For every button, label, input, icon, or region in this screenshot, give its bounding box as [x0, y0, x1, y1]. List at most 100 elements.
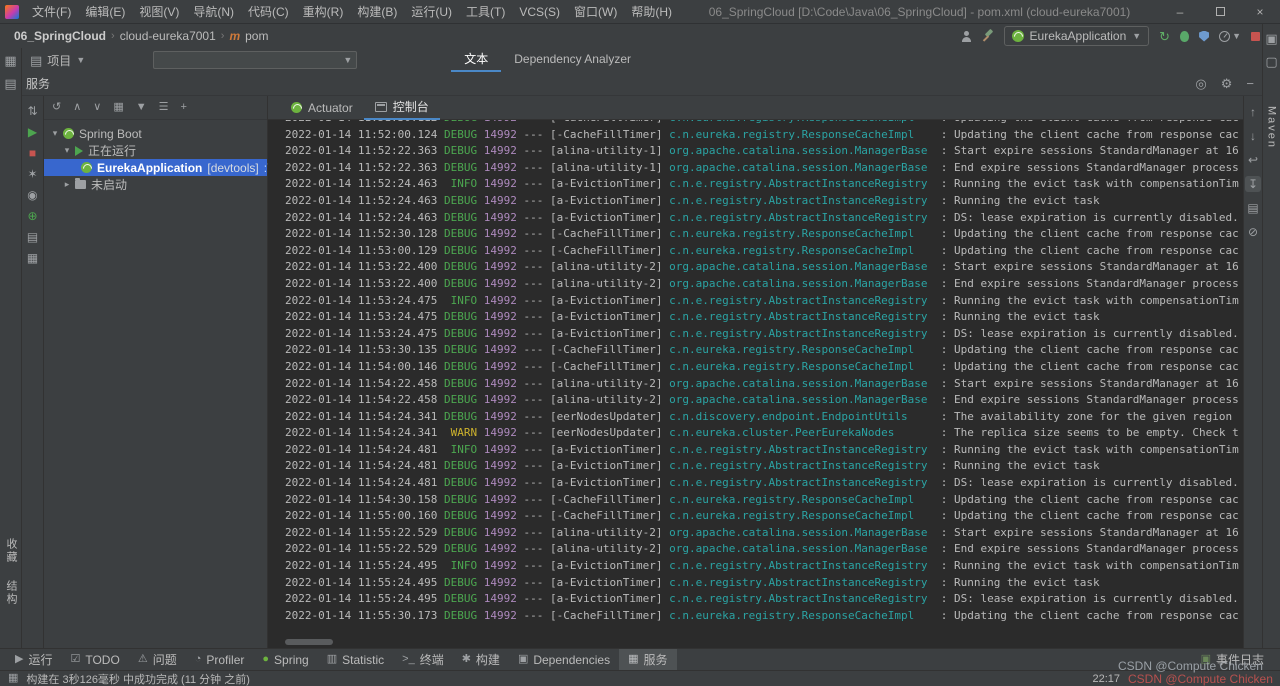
menu-item[interactable]: 编辑(E): [78, 3, 132, 20]
terminal-icon: >_: [402, 654, 415, 665]
profiler-icon: ◔: [195, 654, 202, 665]
menu-item[interactable]: 构建(B): [350, 3, 404, 20]
favorites-toolwindow-button[interactable]: 收藏: [3, 538, 19, 564]
breadcrumb-file[interactable]: pom: [245, 29, 268, 43]
gear-icon[interactable]: ⚙: [1221, 77, 1233, 90]
profiler-icon: [1219, 31, 1230, 42]
log-line: 2022-01-14 11:53:24.475 DEBUG 14992 --- …: [285, 309, 1243, 326]
menu-item[interactable]: 运行(U): [404, 3, 459, 20]
profiler-button[interactable]: ▼: [1219, 31, 1241, 42]
module-dropdown[interactable]: ▼: [153, 51, 357, 69]
log-line: 2022-01-14 11:55:30.173 DEBUG 14992 --- …: [285, 608, 1243, 625]
run-service-icon[interactable]: ▶: [28, 126, 37, 138]
toolwindow-button-run[interactable]: ▶运行: [6, 649, 61, 671]
toolwindow-button-problems[interactable]: ⚠问题: [129, 649, 186, 671]
log-lines: 2022-01-14 11:51:30.112 DEBUG 14992 --- …: [268, 120, 1243, 624]
close-icon[interactable]: ×: [1240, 0, 1280, 24]
project-toolwindow-icon[interactable]: ▦: [4, 54, 16, 67]
tab-dependency-analyzer[interactable]: Dependency Analyzer: [501, 48, 644, 72]
toolwindow-button-todo[interactable]: ☑TODO: [61, 649, 128, 671]
options-icon[interactable]: ◎: [1195, 77, 1206, 90]
coverage-icon[interactable]: [1199, 31, 1209, 42]
stop-service-icon[interactable]: ■: [29, 147, 36, 159]
toolwindow-button-dependencies[interactable]: ▣Dependencies: [509, 649, 619, 671]
clear-console-icon[interactable]: ⊘: [1245, 224, 1261, 240]
soft-wrap-icon[interactable]: ↩: [1245, 152, 1261, 168]
view-options-icon[interactable]: ☰: [159, 102, 169, 113]
wrench-icon[interactable]: ✶: [27, 168, 37, 180]
debug-icon[interactable]: [1180, 31, 1189, 42]
scroll-to-end-icon[interactable]: ↧: [1245, 176, 1261, 192]
maven-icon: m: [229, 29, 240, 43]
run-configuration-name: EurekaApplication: [1030, 29, 1127, 43]
hide-panel-icon[interactable]: −: [1246, 77, 1254, 90]
menu-item[interactable]: 窗口(W): [567, 3, 624, 20]
camera-icon[interactable]: ◉: [27, 189, 37, 201]
toolwindow-button-profiler[interactable]: ◔Profiler: [186, 649, 254, 671]
refresh-icon[interactable]: ↺: [52, 102, 61, 113]
commit-toolwindow-icon[interactable]: ▤: [4, 77, 16, 90]
add-service-icon[interactable]: +: [181, 102, 187, 113]
rerun-icon[interactable]: ↻: [1159, 30, 1170, 43]
toolwindow-button-label: 运行: [28, 651, 52, 668]
toolwindow-button-spring[interactable]: ●Spring: [253, 649, 317, 671]
scroll-down-icon[interactable]: ↓: [1245, 128, 1261, 144]
editor-tabs: 文本 Dependency Analyzer: [451, 48, 644, 72]
menu-item[interactable]: 帮助(H): [624, 3, 679, 20]
chevron-down-icon: ▾: [62, 145, 72, 156]
menu-item[interactable]: 导航(N): [186, 3, 241, 20]
tree-node-eureka-application[interactable]: EurekaApplication [devtools] :7001/: [44, 159, 267, 176]
tree-node-running[interactable]: ▾ 正在运行: [44, 142, 267, 159]
breadcrumb: 06_SpringCloud › cloud-eureka7001 › m po…: [0, 29, 268, 43]
minimize-icon[interactable]: –: [1160, 0, 1200, 24]
stop-icon[interactable]: [1251, 32, 1260, 41]
project-selector[interactable]: ▤ 项目 ▼: [22, 52, 93, 69]
maven-toolwindow-button[interactable]: Maven: [1266, 106, 1278, 149]
menu-item[interactable]: 代码(C): [241, 3, 296, 20]
toolwindow-button-statistic[interactable]: ▥Statistic: [318, 649, 393, 671]
chevron-down-icon: ▾: [50, 128, 60, 139]
menu-item[interactable]: 视图(V): [132, 3, 186, 20]
expand-all-icon[interactable]: ∨: [93, 102, 101, 113]
log-line: 2022-01-14 11:52:24.463 DEBUG 14992 --- …: [285, 193, 1243, 210]
clipboard-icon[interactable]: ▤: [27, 231, 38, 243]
tree-node-spring-boot[interactable]: ▾ Spring Boot: [44, 125, 267, 142]
log-line: 2022-01-14 11:52:24.463 DEBUG 14992 --- …: [285, 210, 1243, 227]
horizontal-scrollbar[interactable]: [285, 639, 333, 645]
breadcrumb-module[interactable]: cloud-eureka7001: [120, 29, 216, 43]
collapse-all-icon[interactable]: ∧: [73, 102, 81, 113]
scroll-icon[interactable]: ⇅: [27, 105, 37, 117]
maximize-icon[interactable]: [1200, 0, 1240, 24]
log-line: 2022-01-14 11:53:24.475 DEBUG 14992 --- …: [285, 326, 1243, 343]
spring-boot-icon: [81, 162, 92, 173]
run-configuration-select[interactable]: EurekaApplication ▼: [1004, 26, 1150, 46]
structure-toolwindow-button[interactable]: 结构: [3, 580, 19, 606]
toolwindow-button-services[interactable]: ▦服务: [619, 649, 676, 671]
build-hammer-icon[interactable]: [982, 30, 994, 42]
menu-item[interactable]: 文件(F): [25, 3, 78, 20]
account-icon[interactable]: [961, 31, 972, 42]
chevron-down-icon: ▼: [1232, 31, 1241, 41]
menu-item[interactable]: 工具(T): [459, 3, 512, 20]
toolwindow-button-terminal[interactable]: >_终端: [393, 649, 453, 671]
tab-text[interactable]: 文本: [451, 48, 501, 72]
thread-dump-icon[interactable]: ⊕: [27, 210, 37, 222]
toolwindow-switcher-icon[interactable]: ▦: [8, 673, 18, 684]
tree-node-not-started[interactable]: ▸ 未启动: [44, 176, 267, 193]
menu-bar: 文件(F)编辑(E)视图(V)导航(N)代码(C)重构(R)构建(B)运行(U)…: [25, 3, 679, 20]
scroll-up-icon[interactable]: ↑: [1245, 104, 1261, 120]
toolwindow-button-build[interactable]: ✱构建: [453, 649, 509, 671]
breadcrumb-project[interactable]: 06_SpringCloud: [14, 29, 106, 43]
tab-console[interactable]: 控制台: [364, 96, 440, 120]
gradle-toolwindow-icon[interactable]: ▢: [1265, 55, 1277, 68]
group-by-icon[interactable]: ▦: [113, 102, 123, 113]
menu-item[interactable]: 重构(R): [296, 3, 351, 20]
filter-icon[interactable]: ▼: [136, 102, 147, 113]
tab-actuator[interactable]: Actuator: [280, 96, 364, 120]
layout-icon[interactable]: ▦: [27, 252, 38, 264]
print-icon[interactable]: ▤: [1245, 200, 1261, 216]
breadcrumb-separator-icon: ›: [221, 30, 225, 42]
menu-item[interactable]: VCS(S): [512, 5, 567, 19]
console-output[interactable]: 2022-01-14 11:51:30.112 DEBUG 14992 --- …: [268, 120, 1243, 648]
notifications-icon[interactable]: ▣: [1265, 32, 1277, 45]
